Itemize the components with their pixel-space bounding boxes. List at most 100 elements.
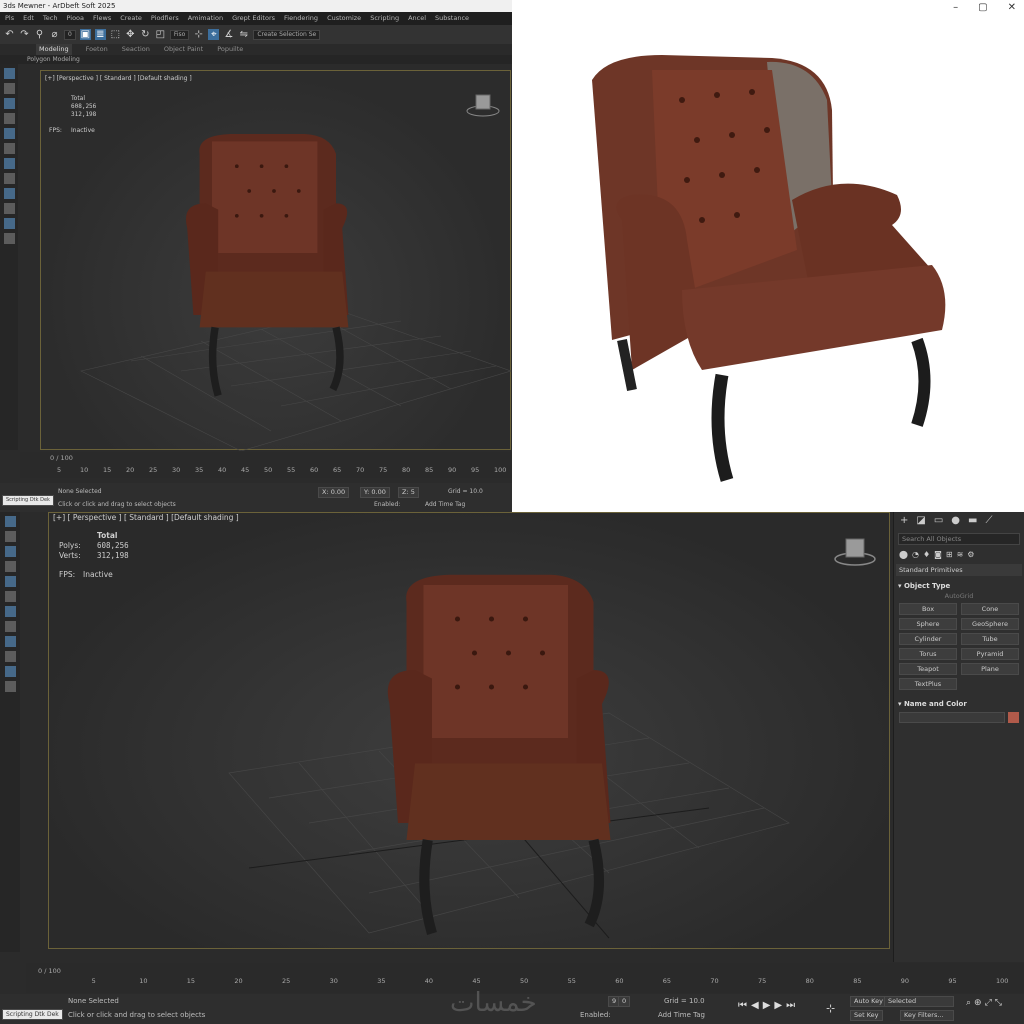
timeline[interactable]: 0 / 100 5 10 15 20 25 30 35 40 45 50 55 60 65 70 75 80 8… <box>20 452 512 478</box>
isolate-icon[interactable] <box>3 173 15 184</box>
create-tab-icon[interactable]: + <box>900 515 908 527</box>
object-type-button[interactable]: Cylinder <box>899 633 957 645</box>
object-type-button[interactable]: Tube <box>961 633 1019 645</box>
menu-item[interactable]: Amimation <box>188 12 223 25</box>
layer-icon[interactable] <box>3 158 15 169</box>
autogrid-checkbox[interactable]: AutoGrid <box>894 592 1024 600</box>
ribbon-subtab[interactable]: Polygon Modeling <box>0 55 512 64</box>
reference-coord-dropdown[interactable]: Fiso <box>169 29 190 40</box>
menu-item[interactable]: Ancel <box>408 12 426 25</box>
menu-item[interactable]: Customize <box>327 12 361 25</box>
menu-item[interactable]: Create <box>120 12 142 25</box>
menu-item[interactable]: Edt <box>23 12 34 25</box>
select-by-name-icon[interactable]: ≣ <box>94 29 106 40</box>
material-icon[interactable] <box>4 681 16 692</box>
key-filters-button[interactable]: Key Filters... <box>900 1010 954 1021</box>
navigation-controls[interactable]: ⌕⊕⤢⤡ <box>966 998 1005 1008</box>
render-icon[interactable] <box>4 666 16 677</box>
named-selection-dropdown[interactable]: Create Selection Se <box>253 29 321 40</box>
display-tab-icon[interactable]: ▬ <box>968 515 977 527</box>
perspective-viewport-large[interactable]: [+] [ Perspective ] [ Standard ] [Defaul… <box>48 512 890 949</box>
motion-icon[interactable] <box>3 113 15 124</box>
ribbon-tab[interactable]: Popuilte <box>217 44 243 55</box>
freeze-icon[interactable] <box>4 636 16 647</box>
object-type-button[interactable]: Torus <box>899 648 957 660</box>
playback-controls[interactable]: ⏮◀▶▶⏭ <box>738 1000 799 1011</box>
select-object-icon[interactable]: ▣ <box>79 29 91 40</box>
coord-y[interactable]: Y: 0.00 <box>360 487 390 498</box>
object-type-button[interactable]: Cone <box>961 603 1019 615</box>
create-icon[interactable] <box>4 516 16 527</box>
ribbon-tab[interactable]: Object Paint <box>164 44 203 55</box>
display-icon[interactable] <box>4 576 16 587</box>
menu-item[interactable]: Flews <box>93 12 111 25</box>
set-key-button[interactable]: Set Key <box>850 1010 883 1021</box>
maxscript-listener[interactable]: Scripting Dtk Dek <box>2 495 54 506</box>
menu-item[interactable]: Piooa <box>66 12 84 25</box>
add-time-tag[interactable]: Add Time Tag <box>658 1011 705 1019</box>
hide-icon[interactable] <box>4 651 16 662</box>
systems-icon[interactable]: ⚙ <box>967 550 974 559</box>
object-type-button[interactable]: TextPlus <box>899 678 957 690</box>
ribbon-tab[interactable]: Modeling <box>36 44 72 55</box>
lights-icon[interactable]: ♦ <box>923 550 930 559</box>
scale-icon[interactable]: ◰ <box>155 29 166 40</box>
rotate-icon[interactable]: ↻ <box>140 29 151 40</box>
perspective-viewport[interactable]: [+] [Perspective ] [ Standard ] [Default… <box>40 70 512 451</box>
object-color-swatch[interactable] <box>1008 712 1019 723</box>
object-type-button[interactable]: Teapot <box>899 663 957 675</box>
name-color-rollout[interactable]: ▾ Name and Color <box>898 700 1020 708</box>
snap-toggle-icon[interactable]: ⌖ <box>208 29 220 40</box>
key-mode-icon[interactable]: ⊹ <box>826 1002 835 1015</box>
geometry-icon[interactable]: ⬤ <box>899 550 908 559</box>
utilities-icon[interactable] <box>4 591 16 602</box>
menu-item[interactable]: Substance <box>435 12 469 25</box>
motion-tab-icon[interactable]: ● <box>951 515 960 527</box>
mirror-icon[interactable]: ⇋ <box>238 29 249 40</box>
angle-snap-icon[interactable]: ∡ <box>223 29 234 40</box>
menu-item[interactable]: Scripting <box>370 12 399 25</box>
object-type-button[interactable]: GeoSphere <box>961 618 1019 630</box>
undo-icon[interactable]: ↶ <box>4 29 15 40</box>
modify-icon[interactable] <box>3 83 15 94</box>
add-time-tag[interactable]: Add Time Tag <box>425 501 465 508</box>
ribbon-tab[interactable]: Seaction <box>122 44 150 55</box>
display-icon[interactable] <box>3 128 15 139</box>
shapes-icon[interactable]: ◔ <box>912 550 919 559</box>
spacewarps-icon[interactable]: ≋ <box>957 550 964 559</box>
selected-dropdown[interactable]: Selected <box>884 996 954 1007</box>
link-icon[interactable]: ⚲ <box>34 29 45 40</box>
frame-counter[interactable]: 0 / 100 <box>38 967 61 975</box>
hierarchy-tab-icon[interactable]: ▭ <box>934 515 943 527</box>
unlink-icon[interactable]: ⌀ <box>49 29 60 40</box>
move-icon[interactable]: ✥ <box>125 29 136 40</box>
auto-key-button[interactable]: Auto Key <box>850 996 887 1007</box>
object-type-rollout[interactable]: ▾ Object Type <box>898 582 1020 590</box>
category-dropdown[interactable]: Standard Primitives <box>896 564 1022 576</box>
object-type-button[interactable]: Box <box>899 603 957 615</box>
object-type-button[interactable]: Plane <box>961 663 1019 675</box>
menu-item[interactable]: Piodfiers <box>151 12 179 25</box>
menu-item[interactable]: Tech <box>43 12 58 25</box>
layer-icon[interactable] <box>4 606 16 617</box>
create-icon[interactable] <box>3 68 15 79</box>
coord-x[interactable]: X: 0.00 <box>318 487 350 498</box>
hierarchy-icon[interactable] <box>4 546 16 557</box>
frame-counter[interactable]: 0 / 100 <box>50 454 73 462</box>
selection-filter-dropdown[interactable]: 0 <box>64 29 76 40</box>
hide-icon[interactable] <box>3 203 15 214</box>
isolate-icon[interactable] <box>4 621 16 632</box>
object-type-button[interactable]: Pyramid <box>961 648 1019 660</box>
render-icon[interactable] <box>3 218 15 229</box>
hierarchy-icon[interactable] <box>3 98 15 109</box>
freeze-icon[interactable] <box>3 188 15 199</box>
modify-tab-icon[interactable]: ◪ <box>916 515 925 527</box>
modify-icon[interactable] <box>4 531 16 542</box>
menu-item[interactable]: Grept Editors <box>232 12 275 25</box>
cameras-icon[interactable]: ◙ <box>934 550 942 559</box>
motion-icon[interactable] <box>4 561 16 572</box>
menu-item[interactable]: Fiendering <box>284 12 318 25</box>
ribbon-tab[interactable]: Foeton <box>86 44 108 55</box>
object-name-field[interactable] <box>899 712 1005 723</box>
region-select-icon[interactable]: ⬚ <box>110 29 121 40</box>
